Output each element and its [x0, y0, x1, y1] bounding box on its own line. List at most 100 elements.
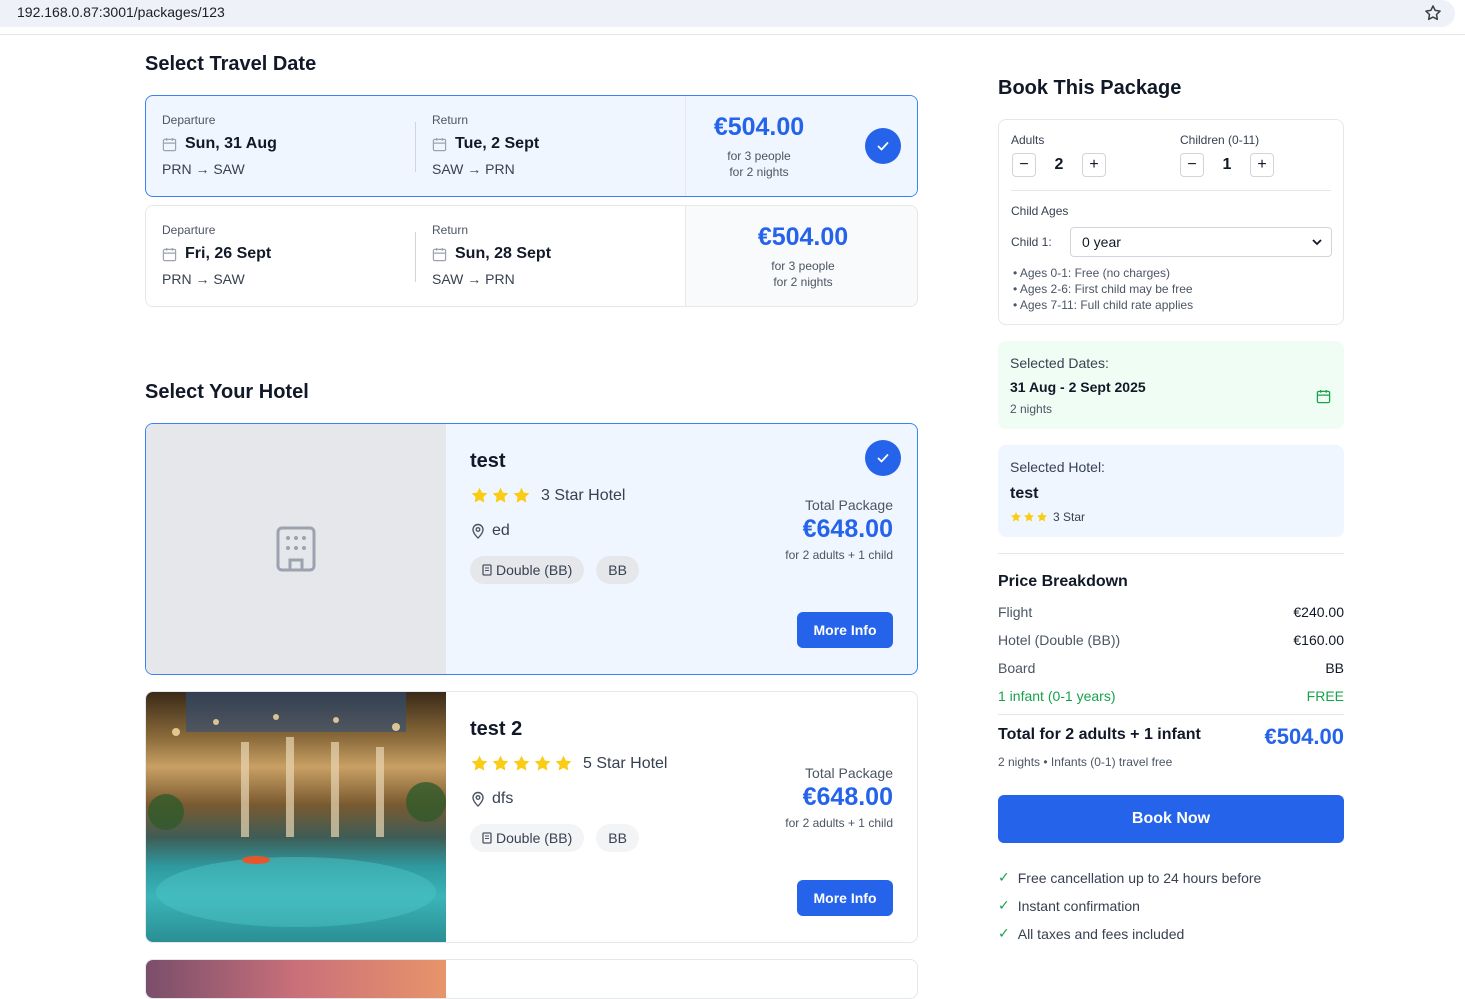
star-icon: [492, 487, 509, 503]
child1-label: Child 1:: [1011, 235, 1052, 249]
hotel-name: test: [470, 450, 506, 472]
hotel-price-note: for 2 adults + 1 child: [785, 548, 893, 562]
travel-date-heading: Select Travel Date: [145, 53, 317, 75]
date-nights: for 2 nights: [773, 275, 833, 289]
guest-selector: Adults − 2 + Children (0-11) − 1 + Child…: [998, 119, 1344, 325]
date-price: €504.00: [713, 113, 805, 141]
pool-image: [148, 692, 446, 927]
children-label: Children (0-11): [1180, 133, 1260, 147]
return-label: Return: [432, 223, 469, 237]
children-increment-button[interactable]: +: [1250, 153, 1274, 177]
room-type-tag: Double (BB): [470, 556, 585, 584]
price-row-flight: Flight €240.00: [998, 604, 1344, 620]
hotel-star-label: 3 Star Hotel: [541, 486, 626, 504]
age-note: • Ages 7-11: Full child rate applies: [1013, 298, 1194, 312]
selected-hotel-label: Selected Hotel:: [1010, 459, 1105, 475]
total-price: €504.00: [1264, 724, 1344, 749]
divider: [998, 714, 1344, 715]
hotel-location-text: ed: [492, 522, 510, 539]
return-date: Tue, 2 Sept: [455, 135, 540, 152]
price-row-infant: 1 infant (0-1 years) FREE: [998, 688, 1344, 704]
perk-item: ✓ All taxes and fees included: [998, 925, 1185, 942]
calendar-icon: [432, 137, 447, 151]
calendar-icon: [162, 137, 177, 151]
divider: [1011, 190, 1331, 191]
price-row-board: Board BB: [998, 660, 1344, 676]
hotel-location-text: dfs: [492, 790, 514, 807]
hotel-price: €648.00: [802, 783, 893, 811]
selected-dates-box: Selected Dates: 31 Aug - 2 Sept 2025 2 n…: [998, 341, 1344, 429]
more-info-button[interactable]: More Info: [797, 880, 893, 916]
address-bar[interactable]: 192.168.0.87:3001/packages/123: [0, 0, 1455, 27]
hotel-star-label: 5 Star Hotel: [583, 754, 668, 772]
calendar-icon: [432, 247, 447, 261]
date-nights: for 2 nights: [729, 165, 789, 179]
browser-toolbar: 192.168.0.87:3001/packages/123: [0, 0, 1465, 35]
selected-hotel-rating: 3 Star: [1010, 510, 1085, 524]
return-date: Sun, 28 Sept: [455, 245, 552, 262]
date-option-card[interactable]: Departure Fri, 26 Sept PRN → SAW Return …: [145, 205, 918, 307]
hotel-card[interactable]: test 2 5 Star Hotel dfs Double (BB) BB T…: [145, 691, 918, 943]
url-text[interactable]: 192.168.0.87:3001/packages/123: [17, 4, 225, 20]
age-note: • Ages 2-6: First child may be free: [1013, 282, 1193, 296]
hotel-photo: [146, 692, 446, 942]
map-pin-icon: [472, 523, 484, 539]
star-icon: [1011, 512, 1021, 522]
return-label: Return: [432, 113, 469, 127]
room-icon: [482, 832, 492, 844]
perk-item: ✓ Instant confirmation: [998, 897, 1140, 914]
date-price-area: €504.00 for 3 people for 2 nights: [685, 96, 917, 196]
children-count: 1: [1222, 156, 1232, 173]
date-option-card[interactable]: Departure Sun, 31 Aug PRN → SAW Return T…: [145, 95, 918, 197]
hotel-name: test 2: [470, 718, 523, 740]
adults-count: 2: [1054, 156, 1064, 173]
selected-nights: 2 nights: [1010, 402, 1053, 416]
more-info-button[interactable]: More Info: [797, 612, 893, 648]
hotel-card[interactable]: test 3 Star Hotel ed Double (BB) BB Tota…: [145, 423, 918, 675]
star-icon: [1024, 512, 1034, 522]
star-icon: [1037, 512, 1047, 522]
child1-age-select[interactable]: 0 year: [1070, 227, 1332, 257]
map-pin-icon: [472, 791, 484, 807]
hotel-rating: 5 Star Hotel: [470, 754, 667, 773]
departure-label: Departure: [162, 113, 216, 127]
selected-hotel-box: Selected Hotel: test 3 Star: [998, 445, 1344, 537]
date-price: €504.00: [757, 223, 849, 251]
date-people: for 3 people: [727, 149, 791, 163]
divider: [415, 232, 416, 282]
date-people: for 3 people: [771, 259, 835, 273]
room-type-tag: Double (BB): [470, 824, 585, 852]
star-icon: [471, 755, 488, 771]
hotel-location: dfs: [470, 790, 513, 808]
children-decrement-button[interactable]: −: [1180, 153, 1204, 177]
departure-date: Fri, 26 Sept: [185, 245, 272, 262]
hotel-price-note: for 2 adults + 1 child: [785, 816, 893, 830]
room-icon: [482, 564, 492, 576]
adults-stepper: − 2 +: [1012, 153, 1106, 177]
departure-route: PRN → SAW: [162, 161, 245, 177]
total-label: Total for 2 adults + 1 infant: [998, 726, 1201, 743]
hotel-heading: Select Your Hotel: [145, 381, 309, 403]
age-note: • Ages 0-1: Free (no charges): [1013, 266, 1170, 280]
child-ages-label: Child Ages: [1011, 204, 1069, 218]
hotel-image-placeholder: [146, 424, 446, 674]
hotel-card[interactable]: [145, 959, 918, 999]
hotel-price: €648.00: [802, 515, 893, 543]
board-tag: BB: [596, 556, 639, 584]
star-icon: [471, 487, 488, 503]
calendar-icon: [1316, 389, 1331, 404]
bookmark-star-icon[interactable]: [1423, 3, 1443, 23]
date-price-area: €504.00 for 3 people for 2 nights: [685, 206, 917, 306]
hotel-photo: [146, 960, 446, 998]
adults-increment-button[interactable]: +: [1082, 153, 1106, 177]
selected-hotel-name: test: [1010, 485, 1039, 502]
adults-decrement-button[interactable]: −: [1012, 153, 1036, 177]
star-icon: [492, 755, 509, 771]
check-icon: ✓: [998, 869, 1010, 885]
building-icon: [276, 526, 316, 572]
total-package-label: Total Package: [805, 765, 893, 781]
price-breakdown-heading: Price Breakdown: [998, 573, 1128, 590]
selected-check-icon: [865, 128, 901, 164]
book-now-button[interactable]: Book Now: [998, 795, 1344, 843]
star-icon: [513, 755, 530, 771]
